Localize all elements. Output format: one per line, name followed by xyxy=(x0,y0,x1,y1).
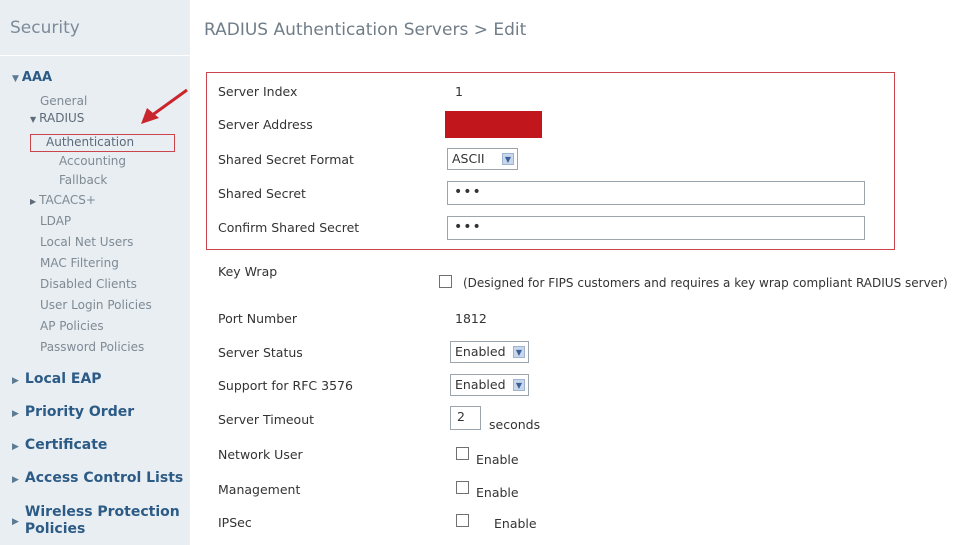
ipsec-checkbox[interactable] xyxy=(456,514,469,527)
server-status-label: Server Status xyxy=(218,345,303,360)
network-user-label: Network User xyxy=(218,447,303,462)
key-wrap-note: (Designed for FIPS customers and require… xyxy=(463,276,948,290)
triangle-right-icon: ▶ xyxy=(12,376,19,386)
triangle-right-icon: ▶ xyxy=(30,197,37,206)
sidebar-item-fallback[interactable]: Fallback xyxy=(59,173,107,187)
sidebar-item-authentication[interactable]: Authentication xyxy=(46,135,134,149)
rfc3576-select[interactable]: Enabled ▼ xyxy=(450,374,529,396)
sidebar-item-disabled-clients[interactable]: Disabled Clients xyxy=(40,277,137,291)
network-user-enable-label: Enable xyxy=(476,452,519,467)
sidebar-item-aaa-label: AAA xyxy=(21,70,53,85)
server-index-label: Server Index xyxy=(218,84,298,99)
server-status-value: Enabled xyxy=(455,344,506,359)
server-timeout-input[interactable]: 2 xyxy=(450,406,481,430)
rfc3576-label: Support for RFC 3576 xyxy=(218,378,353,393)
sidebar-item-general[interactable]: General xyxy=(40,94,87,108)
confirm-shared-secret-input[interactable]: ••• xyxy=(447,216,865,240)
shared-secret-format-select[interactable]: ASCII ▼ xyxy=(447,148,518,170)
red-arrow-icon xyxy=(141,88,188,124)
triangle-down-icon: ▼ xyxy=(30,115,37,124)
triangle-down-icon: ▼ xyxy=(12,74,19,84)
triangle-right-icon: ▶ xyxy=(12,442,19,452)
sidebar-title: Security xyxy=(10,18,80,38)
server-status-select[interactable]: Enabled ▼ xyxy=(450,341,529,363)
rfc3576-value: Enabled xyxy=(455,377,506,392)
sidebar-item-radius[interactable]: ▼ RADIUS xyxy=(30,111,84,125)
server-timeout-unit: seconds xyxy=(489,417,541,432)
sidebar-divider xyxy=(0,55,190,56)
network-user-checkbox[interactable] xyxy=(456,447,469,460)
key-wrap-label: Key Wrap xyxy=(218,264,278,279)
sidebar-section-label: Wireless Protection xyxy=(24,504,180,520)
sidebar-section-label: Policies xyxy=(24,521,86,537)
management-checkbox[interactable] xyxy=(456,481,469,494)
sidebar-section-access-control-lists[interactable]: ▶ Access Control Lists xyxy=(12,470,183,486)
triangle-right-icon: ▶ xyxy=(12,475,19,485)
management-label: Management xyxy=(218,482,301,497)
port-number-value: 1812 xyxy=(455,311,487,326)
port-number-label: Port Number xyxy=(218,311,297,326)
sidebar-section-local-eap[interactable]: ▶ Local EAP xyxy=(12,371,102,387)
chevron-down-icon: ▼ xyxy=(502,153,514,165)
triangle-right-icon: ▶ xyxy=(12,517,19,527)
sidebar-item-mac-filtering[interactable]: MAC Filtering xyxy=(40,256,119,270)
ipsec-label: IPSec xyxy=(218,515,252,530)
server-address-redacted xyxy=(445,111,542,138)
server-address-label: Server Address xyxy=(218,117,313,132)
sidebar-item-aaa[interactable]: ▼ AAA xyxy=(12,70,52,85)
sidebar-section-priority-order[interactable]: ▶ Priority Order xyxy=(12,404,134,420)
sidebar-item-ldap[interactable]: LDAP xyxy=(40,214,71,228)
chevron-down-icon: ▼ xyxy=(513,379,525,391)
server-timeout-label: Server Timeout xyxy=(218,412,315,427)
sidebar-item-local-net-users[interactable]: Local Net Users xyxy=(40,235,133,249)
sidebar-section-label: Priority Order xyxy=(24,404,135,420)
sidebar-section-label: Certificate xyxy=(24,437,108,453)
sidebar-item-tacacs[interactable]: ▶ TACACS+ xyxy=(30,193,96,207)
shared-secret-label: Shared Secret xyxy=(218,186,306,201)
page-title: RADIUS Authentication Servers > Edit xyxy=(204,20,527,40)
sidebar-item-user-login-policies[interactable]: User Login Policies xyxy=(40,298,152,312)
shared-secret-input[interactable]: ••• xyxy=(447,181,865,205)
sidebar-item-ap-policies[interactable]: AP Policies xyxy=(40,319,104,333)
sidebar: Security ▼ AAA General ▼ RADIUS Authentica… xyxy=(0,0,190,545)
shared-secret-format-value: ASCII xyxy=(452,151,485,166)
chevron-down-icon: ▼ xyxy=(513,346,525,358)
triangle-right-icon: ▶ xyxy=(12,409,19,419)
key-wrap-checkbox[interactable] xyxy=(439,275,452,288)
sidebar-item-accounting[interactable]: Accounting xyxy=(59,154,126,168)
sidebar-item-tacacs-label: TACACS+ xyxy=(39,193,96,207)
sidebar-section-label: Access Control Lists xyxy=(24,470,184,486)
confirm-shared-secret-label: Confirm Shared Secret xyxy=(218,220,360,235)
sidebar-section-wireless-protection-policies[interactable]: ▶ Wireless Protection Policies xyxy=(12,504,180,538)
sidebar-section-label: Local EAP xyxy=(24,371,102,387)
ipsec-enable-label: Enable xyxy=(494,516,537,531)
sidebar-section-certificate[interactable]: ▶ Certificate xyxy=(12,437,107,453)
management-enable-label: Enable xyxy=(476,485,519,500)
sidebar-item-radius-label: RADIUS xyxy=(39,111,85,125)
server-index-value: 1 xyxy=(455,84,463,99)
sidebar-item-password-policies[interactable]: Password Policies xyxy=(40,340,144,354)
shared-secret-format-label: Shared Secret Format xyxy=(218,152,354,167)
